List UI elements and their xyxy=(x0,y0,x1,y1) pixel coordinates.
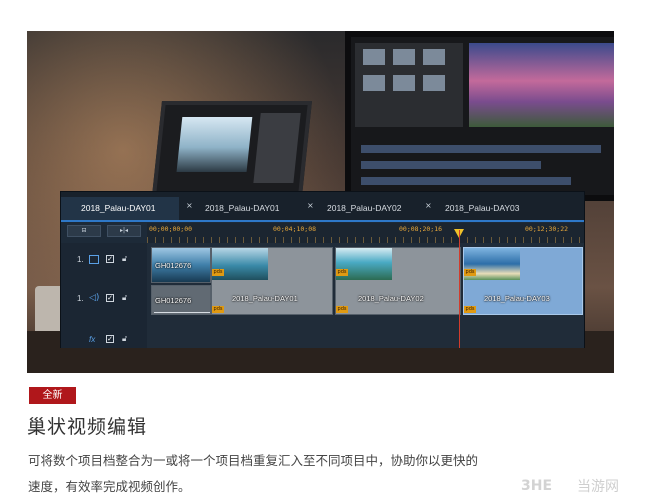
fx-track-icon: fx xyxy=(89,335,96,344)
nested-clip-day01[interactable]: 2018_Palau-DAY01 xyxy=(211,247,333,315)
nested-clip-day02[interactable]: 2018_Palau-DAY02 xyxy=(335,247,461,315)
nested-clip-day03[interactable]: 2018_Palau-DAY03 xyxy=(463,247,583,315)
video-clip-gh012676[interactable]: GH012676 xyxy=(151,247,211,283)
timeline-row xyxy=(361,177,571,185)
track-enable-checkbox[interactable]: ✓ xyxy=(106,335,114,343)
tab-2018-palau-day02[interactable]: 2018_Palau-DAY02 xyxy=(327,197,402,220)
fit-timeline-button[interactable]: ⊟ xyxy=(67,225,101,237)
track-enable-checkbox[interactable]: ✓ xyxy=(106,294,114,302)
lock-icon[interactable]: 🔓︎ xyxy=(122,334,130,343)
tab-2018-palau-day03[interactable]: 2018_Palau-DAY03 xyxy=(445,197,520,220)
audio-clip-gh012676[interactable]: GH012676 xyxy=(151,285,211,315)
lock-icon[interactable]: 🔓︎ xyxy=(122,293,130,302)
laptop-image xyxy=(152,101,312,196)
pds-marker: pds xyxy=(212,269,224,276)
timecode-label: 00;00;00;00 xyxy=(149,225,193,233)
tab-label: 2018_Palau-DAY01 xyxy=(205,203,280,213)
video-editor-panel: 2018_Palau-DAY01 × 2018_Palau-DAY01 × 20… xyxy=(60,191,585,348)
pds-marker: pds xyxy=(336,306,348,313)
pds-marker: pds xyxy=(212,306,224,313)
pds-marker: pds xyxy=(464,269,476,276)
close-tab-icon[interactable]: × xyxy=(307,202,314,210)
preview-image xyxy=(469,43,614,127)
audio-track-icon: ◁) xyxy=(89,293,100,303)
lock-icon[interactable]: 🔓︎ xyxy=(122,254,130,263)
timecode-label: 00;08;20;16 xyxy=(399,225,443,233)
close-tab-icon[interactable]: × xyxy=(425,202,432,210)
audio-track-header: 1. ◁) ✓ 🔓︎ xyxy=(61,284,147,314)
monitor-image xyxy=(345,31,614,201)
media-thumb xyxy=(423,75,445,91)
timeline-ruler[interactable]: 00;00;00;00 00;04;10;08 00;08;20;16 00;1… xyxy=(147,223,584,237)
pds-marker: pds xyxy=(464,306,476,313)
clip-label: GH012676 xyxy=(155,261,192,270)
tab-underline xyxy=(61,220,584,222)
watermark-site: 当游网 xyxy=(577,479,619,495)
clip-label: 2018_Palau-DAY01 xyxy=(232,294,298,303)
video-track-header: 1. ✓ 🔓︎ xyxy=(61,245,147,275)
pds-marker: pds xyxy=(336,269,348,276)
media-thumb xyxy=(393,49,415,65)
tab-2018-palau-day01-active[interactable]: 2018_Palau-DAY01 xyxy=(61,197,179,220)
volume-line xyxy=(154,312,210,313)
feature-description-line-1: 可将数个项目档整合为一或将一个项目档重复汇入至不同项目中，协助你以更快的 xyxy=(28,453,479,468)
playhead-line[interactable] xyxy=(459,230,460,348)
video-track-icon xyxy=(89,255,99,264)
timecode-label: 00;12;30;22 xyxy=(525,225,569,233)
timeline-row xyxy=(361,145,601,153)
fx-track-header: fx ✓ 🔓︎ xyxy=(61,325,147,355)
timeline-lanes[interactable]: GH012676 GH012676 2018_Palau-DAY01 pds p… xyxy=(147,243,584,348)
clip-label: 2018_Palau-DAY02 xyxy=(358,294,424,303)
feature-description-line-2: 速度，有效率完成视频创作。 xyxy=(28,479,191,494)
media-thumb xyxy=(393,75,415,91)
feature-title: 巢状视频编辑 xyxy=(27,416,148,438)
laptop-screen xyxy=(176,117,253,172)
watermark-brand: 3HE xyxy=(521,478,553,494)
tab-label: 2018_Palau-DAY01 xyxy=(81,203,156,213)
clip-label: 2018_Palau-DAY03 xyxy=(484,294,550,303)
track-header-column: 1. ✓ 🔓︎ 1. ◁) ✓ 🔓︎ fx ✓ 🔓︎ xyxy=(61,243,147,348)
tab-2018-palau-day01[interactable]: 2018_Palau-DAY01 xyxy=(205,197,280,220)
tab-label: 2018_Palau-DAY02 xyxy=(327,203,402,213)
track-enable-checkbox[interactable]: ✓ xyxy=(106,255,114,263)
tab-label: 2018_Palau-DAY03 xyxy=(445,203,520,213)
timeline-row xyxy=(361,161,541,169)
project-tab-bar: 2018_Palau-DAY01 × 2018_Palau-DAY01 × 20… xyxy=(61,192,584,220)
media-thumb xyxy=(363,49,385,65)
snap-toggle-button[interactable]: ▸|◂ xyxy=(107,225,141,237)
close-tab-icon[interactable]: × xyxy=(186,202,193,210)
laptop-panel xyxy=(253,113,301,183)
media-thumb xyxy=(423,49,445,65)
track-number: 1. xyxy=(77,255,84,264)
clip-label: GH012676 xyxy=(155,296,192,305)
media-thumb xyxy=(363,75,385,91)
timecode-label: 00;04;10;08 xyxy=(273,225,317,233)
new-badge: 全新 xyxy=(29,387,76,404)
track-number: 1. xyxy=(77,294,84,303)
